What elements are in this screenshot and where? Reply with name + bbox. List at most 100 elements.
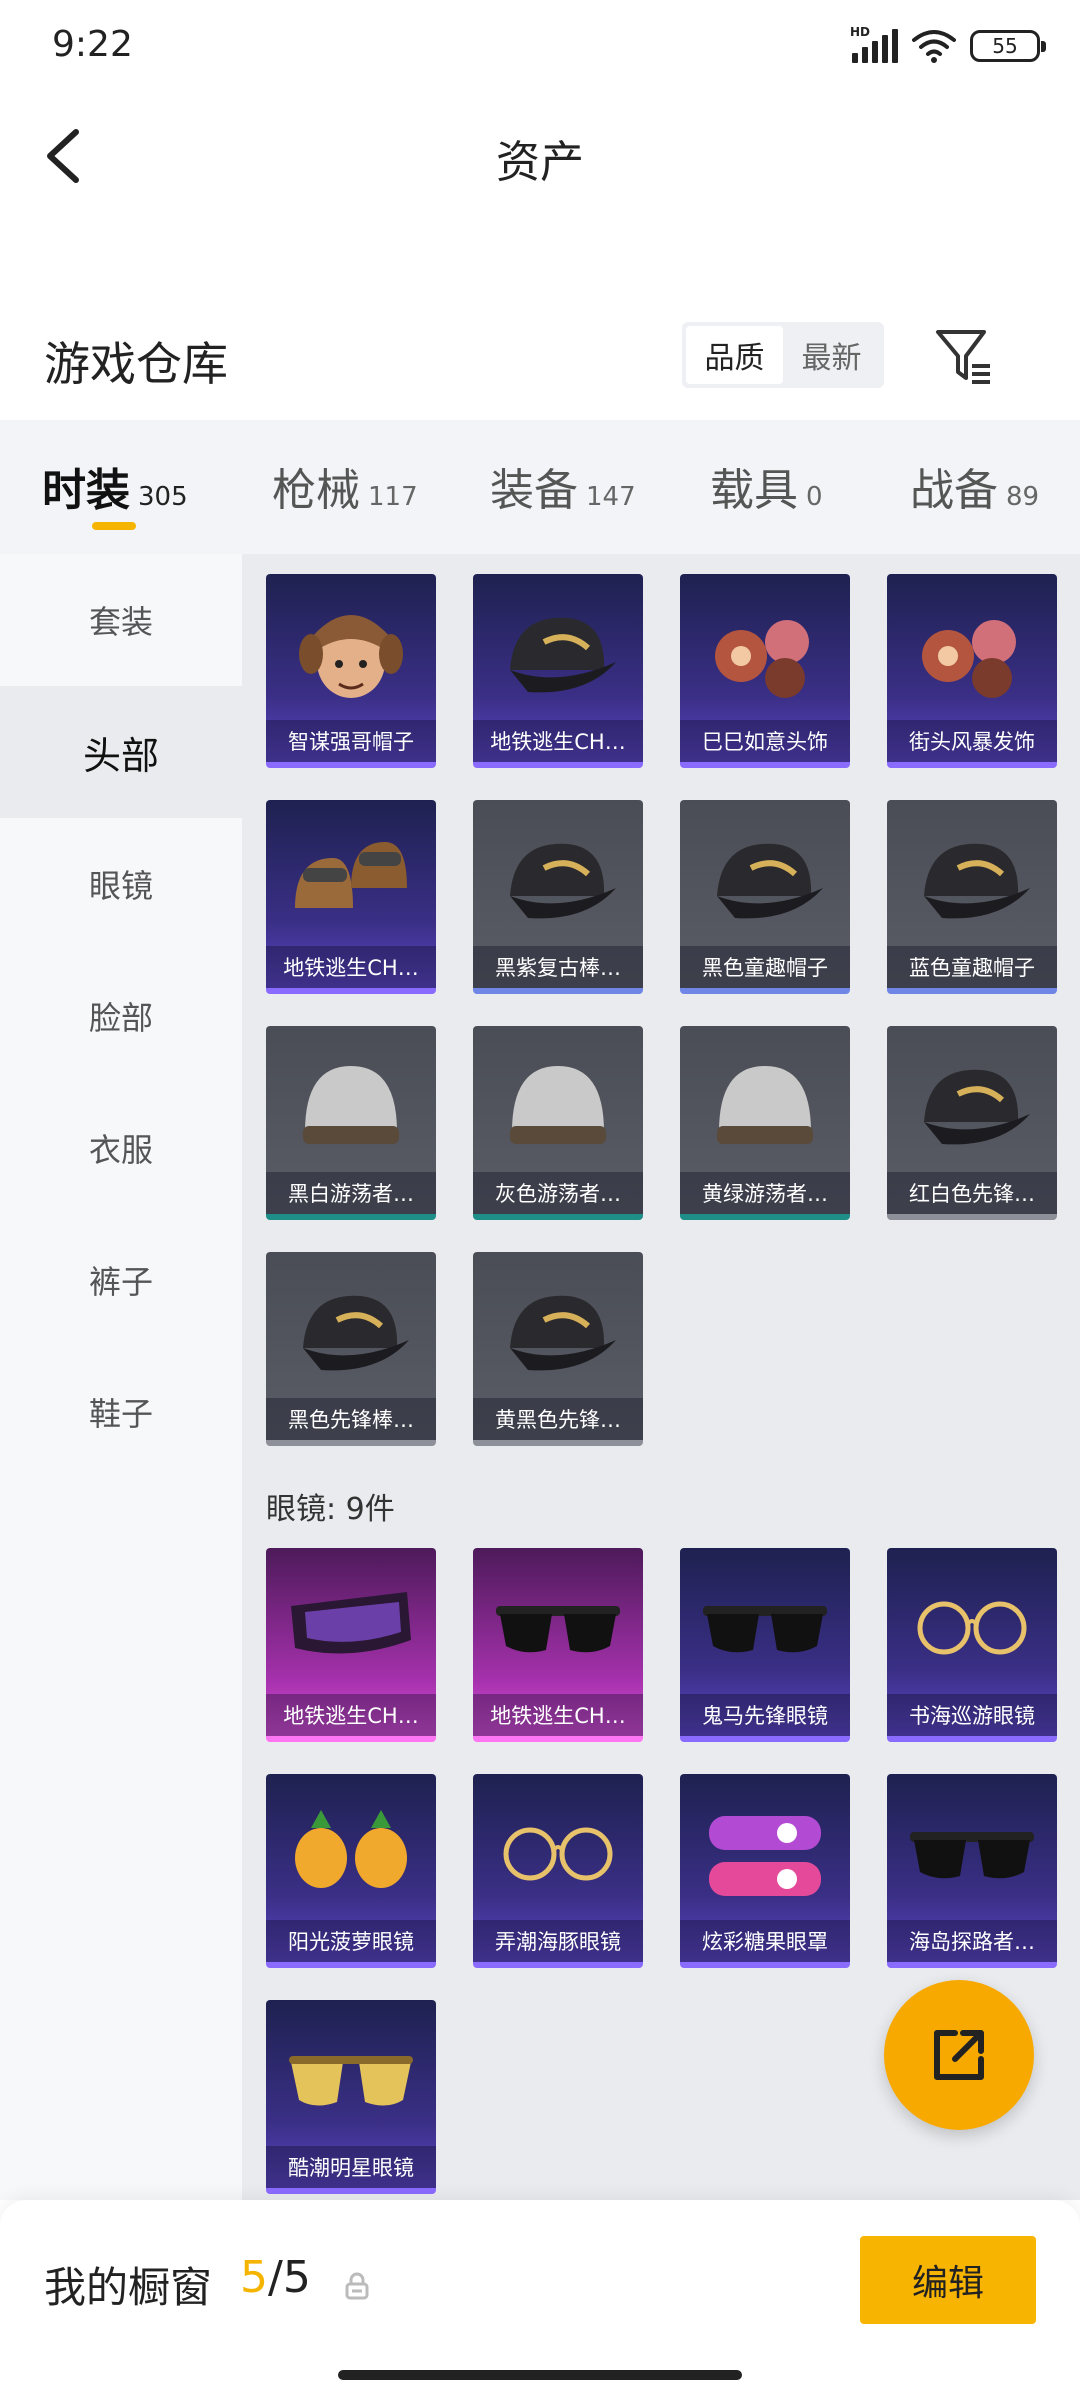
share-icon bbox=[934, 2030, 984, 2080]
tab-label: 装备 bbox=[490, 465, 578, 516]
head-item-card[interactable]: 黑白游荡者… bbox=[266, 1026, 436, 1220]
sidebar-item-glasses[interactable]: 眼镜 bbox=[0, 818, 242, 950]
head-item-card[interactable]: 智谋强哥帽子 bbox=[266, 574, 436, 768]
lock-icon bbox=[345, 2272, 369, 2300]
tab-count: 117 bbox=[368, 482, 418, 512]
showcase-bar: 我的橱窗 5/5 编辑 bbox=[0, 2200, 1080, 2400]
glasses-item-card[interactable]: 阳光菠萝眼镜 bbox=[266, 1774, 436, 1968]
aviator-icon bbox=[289, 2056, 413, 2106]
item-name: 黑色先锋棒… bbox=[266, 1398, 436, 1440]
item-name: 地铁逃生CH… bbox=[473, 1694, 643, 1736]
warehouse-header: 游戏仓库 品质 最新 bbox=[0, 310, 1080, 420]
showcase-used: 5 bbox=[240, 2252, 268, 2303]
glasses-item-card[interactable]: 海岛探路者… bbox=[887, 1774, 1057, 1968]
sidebar-item-pants[interactable]: 裤子 bbox=[0, 1214, 242, 1346]
glasses-item-card[interactable]: 地铁逃生CH… bbox=[266, 1548, 436, 1742]
item-name: 地铁逃生CH… bbox=[266, 946, 436, 988]
item-name: 街头风暴发饰 bbox=[887, 720, 1057, 762]
head-item-card[interactable]: 灰色游荡者… bbox=[473, 1026, 643, 1220]
glasses-item-card[interactable]: 炫彩糖果眼罩 bbox=[680, 1774, 850, 1968]
item-name: 红白色先锋… bbox=[887, 1172, 1057, 1214]
showcase-separator: / bbox=[268, 2252, 283, 2303]
head-item-card[interactable]: 红白色先锋… bbox=[887, 1026, 1057, 1220]
glasses-item-card[interactable]: 酷潮明星眼镜 bbox=[266, 2000, 436, 2194]
sidebar-item-face[interactable]: 脸部 bbox=[0, 950, 242, 1082]
tab-count: 89 bbox=[1006, 482, 1040, 512]
wifi-icon bbox=[912, 30, 956, 63]
edit-button[interactable]: 编辑 bbox=[860, 2236, 1036, 2324]
tab-label: 枪械 bbox=[272, 465, 360, 516]
filter-icon[interactable] bbox=[934, 322, 994, 388]
sunglasses-icon bbox=[910, 1832, 1034, 1879]
tab-weapons[interactable]: 枪械 117 bbox=[272, 454, 418, 518]
head-item-card[interactable]: 黑色先锋棒… bbox=[266, 1252, 436, 1446]
item-name: 智谋强哥帽子 bbox=[266, 720, 436, 762]
tab-count: 0 bbox=[806, 482, 823, 512]
item-name: 黑白游荡者… bbox=[266, 1172, 436, 1214]
item-name: 炫彩糖果眼罩 bbox=[680, 1920, 850, 1962]
cap-icon bbox=[510, 1295, 616, 1371]
item-name: 黄黑色先锋… bbox=[473, 1398, 643, 1440]
cap-icon bbox=[924, 1069, 1030, 1145]
item-grid-area: 智谋强哥帽子 地铁逃生CH… 巳巳如意头饰 街头风暴发饰 地铁逃生CH… 黑紫复古棒… 黑色… bbox=[242, 554, 1080, 2200]
home-indicator bbox=[338, 2370, 742, 2380]
head-item-card[interactable]: 地铁逃生CH… bbox=[266, 800, 436, 994]
sidebar: 套装 头部 眼镜 脸部 衣服 裤子 鞋子 bbox=[0, 554, 242, 2200]
cap-icon bbox=[717, 843, 823, 919]
page-title: 资产 bbox=[496, 137, 584, 188]
status-time: 9:22 bbox=[52, 24, 133, 65]
item-name: 巳巳如意头饰 bbox=[680, 720, 850, 762]
tab-gear[interactable]: 战备 89 bbox=[910, 454, 1039, 518]
tab-label: 载具 bbox=[710, 465, 798, 516]
cap-icon bbox=[924, 843, 1030, 919]
head-item-card[interactable]: 蓝色童趣帽子 bbox=[887, 800, 1057, 994]
item-name: 海岛探路者… bbox=[887, 1920, 1057, 1962]
glasses-item-card[interactable]: 地铁逃生CH… bbox=[473, 1548, 643, 1742]
tab-indicator bbox=[92, 522, 136, 530]
status-icons: HD 55 bbox=[850, 25, 1046, 64]
sidebar-item-head[interactable]: 头部 bbox=[0, 686, 242, 818]
item-name: 阳光菠萝眼镜 bbox=[266, 1920, 436, 1962]
sidebar-item-clothes[interactable]: 衣服 bbox=[0, 1082, 242, 1214]
showcase-total: 5 bbox=[282, 2252, 311, 2303]
pineapple-glasses-icon bbox=[295, 1810, 407, 1888]
head-item-card[interactable]: 地铁逃生CH… bbox=[473, 574, 643, 768]
tab-equipment[interactable]: 装备 147 bbox=[490, 454, 636, 518]
goggles-icon bbox=[291, 1592, 411, 1654]
tab-count: 147 bbox=[586, 482, 636, 512]
head-item-card[interactable]: 黑色童趣帽子 bbox=[680, 800, 850, 994]
tab-vehicles[interactable]: 载具 0 bbox=[710, 454, 823, 518]
item-name: 鬼马先锋眼镜 bbox=[680, 1694, 850, 1736]
showcase-title: 我的橱窗 bbox=[44, 2263, 213, 2312]
glasses-item-card[interactable]: 书海巡游眼镜 bbox=[887, 1548, 1057, 1742]
item-name: 黑色童趣帽子 bbox=[680, 946, 850, 988]
tab-count: 305 bbox=[138, 482, 188, 512]
eye-mask-icon bbox=[709, 1816, 821, 1896]
warehouse-title: 游戏仓库 bbox=[44, 337, 228, 391]
beanie-icon bbox=[717, 1066, 813, 1144]
glasses-item-card[interactable]: 鬼马先锋眼镜 bbox=[680, 1548, 850, 1742]
sunglasses-icon bbox=[496, 1606, 620, 1653]
sunglasses-icon bbox=[703, 1606, 827, 1653]
glasses-item-card[interactable]: 弄潮海豚眼镜 bbox=[473, 1774, 643, 1968]
head-item-card[interactable]: 巳巳如意头饰 bbox=[680, 574, 850, 768]
item-name: 黑紫复古棒… bbox=[473, 946, 643, 988]
share-fab-button[interactable] bbox=[884, 1980, 1034, 2130]
item-name: 书海巡游眼镜 bbox=[887, 1694, 1057, 1736]
beanie-icon bbox=[303, 1066, 399, 1144]
head-item-card[interactable]: 黑紫复古棒… bbox=[473, 800, 643, 994]
head-item-card[interactable]: 黄黑色先锋… bbox=[473, 1252, 643, 1446]
head-item-card[interactable]: 黄绿游荡者… bbox=[680, 1026, 850, 1220]
sidebar-item-shoes[interactable]: 鞋子 bbox=[0, 1346, 242, 1478]
item-name: 酷潮明星眼镜 bbox=[266, 2146, 436, 2188]
beanie-icon bbox=[510, 1066, 606, 1144]
battery-level: 55 bbox=[992, 34, 1018, 58]
sidebar-item-outfits[interactable]: 套装 bbox=[0, 554, 242, 686]
head-item-card[interactable]: 街头风暴发饰 bbox=[887, 574, 1057, 768]
sort-quality-button[interactable]: 品质 bbox=[686, 326, 783, 384]
cap-icon bbox=[510, 843, 616, 919]
glasses-section-label: 眼镜: 9件 bbox=[266, 1492, 395, 1527]
tab-fashion[interactable]: 时装 305 bbox=[42, 454, 188, 518]
sort-newest-button[interactable]: 最新 bbox=[783, 326, 880, 384]
category-tabs: 时装 305 枪械 117 装备 147 载具 0 战备 89 bbox=[0, 420, 1080, 554]
